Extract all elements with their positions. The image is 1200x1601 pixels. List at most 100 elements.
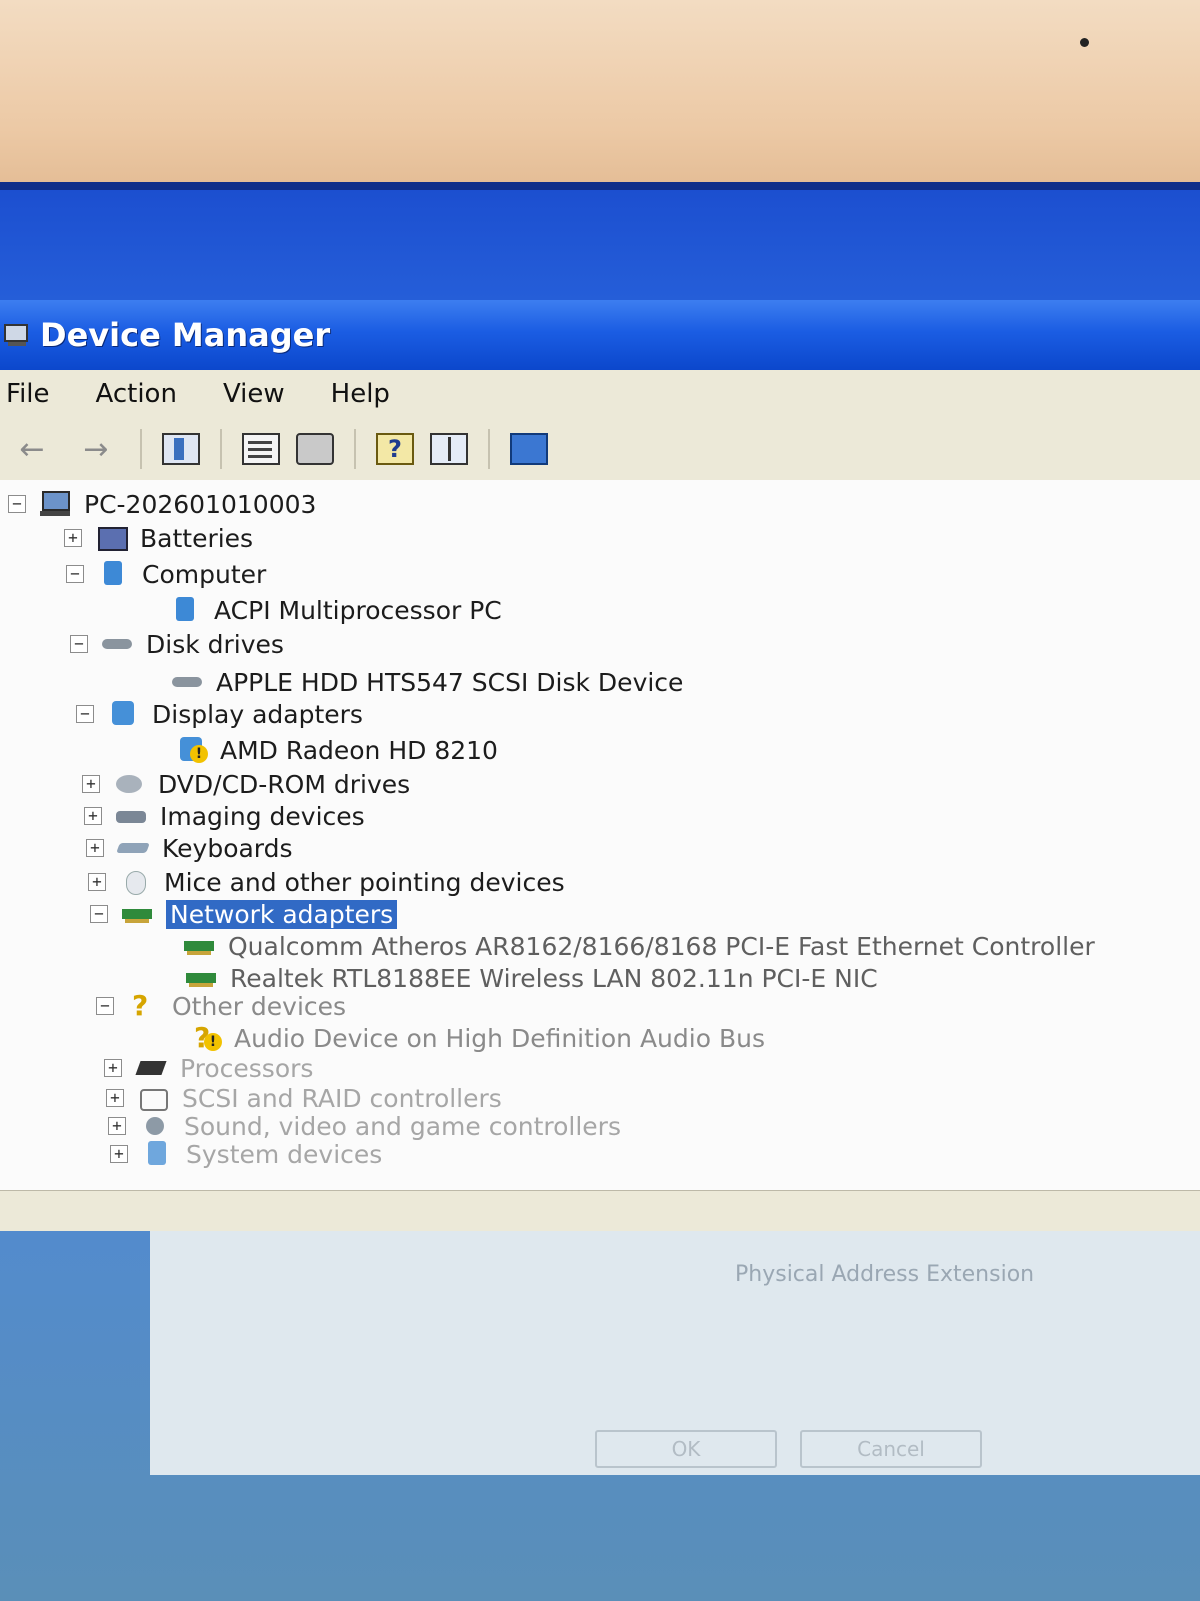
device-label: Qualcomm Atheros AR8162/8166/8168 PCI-E … [228, 931, 1095, 961]
tree-category-display-adapters[interactable]: − Display adapters [76, 698, 363, 730]
sound-controller-icon [140, 1113, 170, 1139]
print-button[interactable] [288, 427, 342, 471]
menu-help[interactable]: Help [331, 379, 390, 409]
tree-category-network-adapters[interactable]: − Network adapters [90, 898, 398, 930]
show-hide-console-tree-button[interactable] [154, 427, 208, 471]
bezel-speck [1080, 38, 1089, 47]
status-bar [0, 1190, 1200, 1231]
unknown-device-icon [128, 989, 158, 1022]
window-title: Device Manager [40, 316, 331, 354]
network-adapter-icon [186, 965, 216, 991]
tree-category-disk-drives[interactable]: − Disk drives [70, 628, 284, 660]
scan-hardware-button[interactable] [502, 427, 556, 471]
dvd-drive-icon [114, 771, 144, 797]
scsi-controller-icon [138, 1085, 168, 1111]
category-label: System devices [186, 1139, 383, 1169]
expand-icon[interactable]: + [84, 807, 102, 825]
menu-action[interactable]: Action [96, 379, 177, 409]
category-label: Keyboards [162, 833, 293, 863]
device-label: Audio Device on High Definition Audio Bu… [234, 1023, 765, 1053]
computer-category-icon [98, 561, 128, 587]
imaging-device-icon [116, 803, 146, 829]
expand-icon[interactable]: + [104, 1059, 122, 1077]
expand-icon[interactable]: + [106, 1089, 124, 1107]
expand-icon[interactable]: + [108, 1117, 126, 1135]
collapse-icon[interactable]: − [90, 905, 108, 923]
expand-icon[interactable]: + [86, 839, 104, 857]
tree-device-apple-hdd[interactable]: APPLE HDD HTS547 SCSI Disk Device [172, 666, 683, 698]
expand-icon[interactable]: + [82, 775, 100, 793]
tree-root[interactable]: − PC-202601010003 [8, 488, 316, 520]
toolbar-separator [488, 429, 490, 469]
title-bar[interactable]: Device Manager [0, 300, 1200, 370]
tree-device-audio[interactable]: Audio Device on High Definition Audio Bu… [190, 1021, 765, 1054]
back-icon[interactable]: ← [0, 427, 64, 471]
display-adapter-icon [108, 701, 138, 727]
toolbar: ← → ? [0, 418, 1200, 482]
category-label: Display adapters [152, 699, 363, 729]
category-label: SCSI and RAID controllers [182, 1083, 502, 1113]
category-label-selected: Network adapters [166, 899, 398, 929]
tree-category-other-devices[interactable]: − Other devices [96, 989, 347, 1022]
processor-icon [136, 1055, 166, 1081]
tree-category-imaging[interactable]: + Imaging devices [84, 800, 365, 832]
system-device-icon [142, 1141, 172, 1167]
collapse-icon[interactable]: − [8, 495, 26, 513]
tree-category-batteries[interactable]: + Batteries [64, 522, 253, 554]
toolbar-separator [220, 429, 222, 469]
disk-drive-icon [102, 631, 132, 657]
tree-category-dvd[interactable]: + DVD/CD-ROM drives [82, 768, 410, 800]
category-label: DVD/CD-ROM drives [158, 769, 411, 799]
category-label: Computer [142, 559, 267, 589]
disk-drive-icon [172, 669, 202, 695]
background-ok-button[interactable]: OK [595, 1430, 777, 1468]
show-hide-console-tree-icon [162, 433, 200, 465]
tree-device-acpi[interactable]: ACPI Multiprocessor PC [170, 594, 502, 626]
background-dialog-text: Physical Address Extension [735, 1262, 1035, 1287]
category-label: Other devices [172, 991, 347, 1021]
expand-icon[interactable]: + [88, 873, 106, 891]
category-label: Disk drives [146, 629, 284, 659]
device-label: AMD Radeon HD 8210 [220, 735, 498, 765]
collapse-icon[interactable]: − [96, 997, 114, 1015]
toolbar-separator [354, 429, 356, 469]
tree-category-keyboards[interactable]: + Keyboards [86, 832, 293, 864]
tree-category-mice[interactable]: + Mice and other pointing devices [88, 866, 565, 898]
display-warning-icon [176, 737, 208, 763]
tree-category-processors[interactable]: + Processors [104, 1052, 313, 1084]
collapse-icon[interactable]: − [66, 565, 84, 583]
category-label: Sound, video and game controllers [184, 1111, 621, 1141]
background-cancel-button[interactable]: Cancel [800, 1430, 982, 1468]
menu-file[interactable]: File [6, 379, 50, 409]
tree-device-qualcomm[interactable]: Qualcomm Atheros AR8162/8166/8168 PCI-E … [184, 930, 1095, 962]
toolbar-separator [140, 429, 142, 469]
collapse-icon[interactable]: − [76, 705, 94, 723]
device-manager-icon [4, 322, 30, 348]
show-hide-action-pane-button[interactable] [422, 427, 476, 471]
expand-icon[interactable]: + [110, 1145, 128, 1163]
collapse-icon[interactable]: − [70, 635, 88, 653]
computer-icon [40, 491, 70, 517]
tree-device-amd-radeon[interactable]: AMD Radeon HD 8210 [176, 734, 498, 766]
menu-bar: File Action View Help [0, 370, 1200, 419]
help-button[interactable]: ? [368, 427, 422, 471]
device-label: Realtek RTL8188EE Wireless LAN 802.11n P… [230, 963, 878, 993]
forward-icon[interactable]: → [64, 427, 128, 471]
print-icon [296, 433, 334, 465]
device-label: APPLE HDD HTS547 SCSI Disk Device [216, 667, 684, 697]
device-manager-window: Device Manager File Action View Help ← →… [0, 300, 1200, 1231]
tree-category-computer[interactable]: − Computer [66, 558, 266, 590]
expand-icon[interactable]: + [64, 529, 82, 547]
category-label: Imaging devices [160, 801, 365, 831]
category-label: Mice and other pointing devices [164, 867, 565, 897]
tree-category-system[interactable]: + System devices [110, 1138, 382, 1170]
show-hide-action-pane-icon [430, 433, 468, 465]
unknown-device-warning-icon [190, 1021, 222, 1054]
monitor-bezel [0, 0, 1200, 185]
category-label: Processors [180, 1053, 314, 1083]
scan-hardware-icon [510, 433, 548, 465]
keyboard-icon [118, 835, 148, 861]
properties-button[interactable] [234, 427, 288, 471]
menu-view[interactable]: View [223, 379, 285, 409]
computer-device-icon [170, 597, 200, 623]
